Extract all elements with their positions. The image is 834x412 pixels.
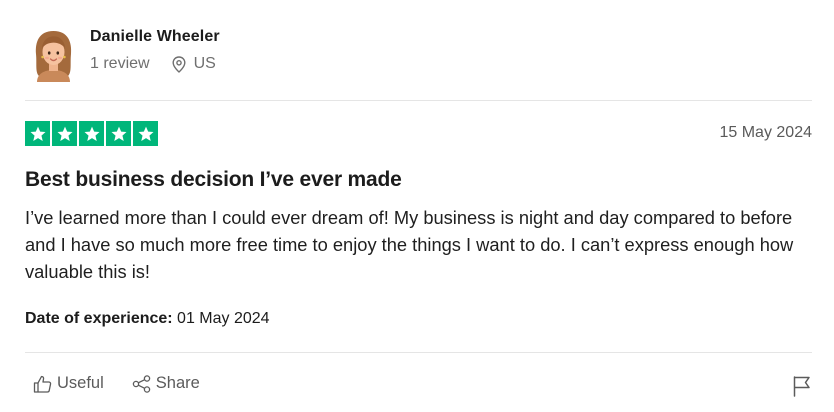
star-rating: [25, 121, 158, 146]
experience-label: Date of experience:: [25, 310, 173, 327]
reviewer-name[interactable]: Danielle Wheeler: [90, 28, 220, 46]
share-icon: [132, 374, 151, 393]
divider-top: [25, 100, 812, 101]
star-icon: [52, 121, 77, 146]
review-body: I’ve learned more than I could ever drea…: [25, 207, 794, 282]
flag-icon: [793, 376, 810, 397]
reviewer-location: US: [172, 55, 216, 73]
useful-label: Useful: [57, 374, 104, 392]
share-button[interactable]: Share: [132, 374, 200, 393]
location-pin-icon: [172, 55, 186, 73]
useful-button[interactable]: Useful: [33, 374, 104, 393]
report-flag-button[interactable]: [792, 375, 812, 397]
star-icon: [25, 121, 50, 146]
divider-bottom: [25, 352, 812, 353]
review-title[interactable]: Best business decision I’ve ever made: [25, 168, 402, 192]
review-count: 1 review: [90, 55, 150, 72]
reviewer-avatar[interactable]: [31, 28, 76, 82]
avatar-icon: [35, 31, 72, 82]
review-date: 15 May 2024: [719, 124, 812, 141]
date-of-experience: Date of experience: 01 May 2024: [25, 310, 270, 328]
share-label: Share: [155, 374, 200, 392]
experience-date: 01 May 2024: [172, 310, 270, 327]
thumbs-up-icon: [33, 375, 52, 393]
star-icon: [133, 121, 158, 146]
review-card: Danielle Wheeler 1 review US 15 May 2024…: [0, 0, 834, 412]
reviewer-meta: 1 review US: [90, 55, 216, 73]
review-actions: Useful Share: [33, 374, 200, 393]
star-icon: [106, 121, 131, 146]
location-label: US: [193, 55, 216, 72]
star-icon: [79, 121, 104, 146]
